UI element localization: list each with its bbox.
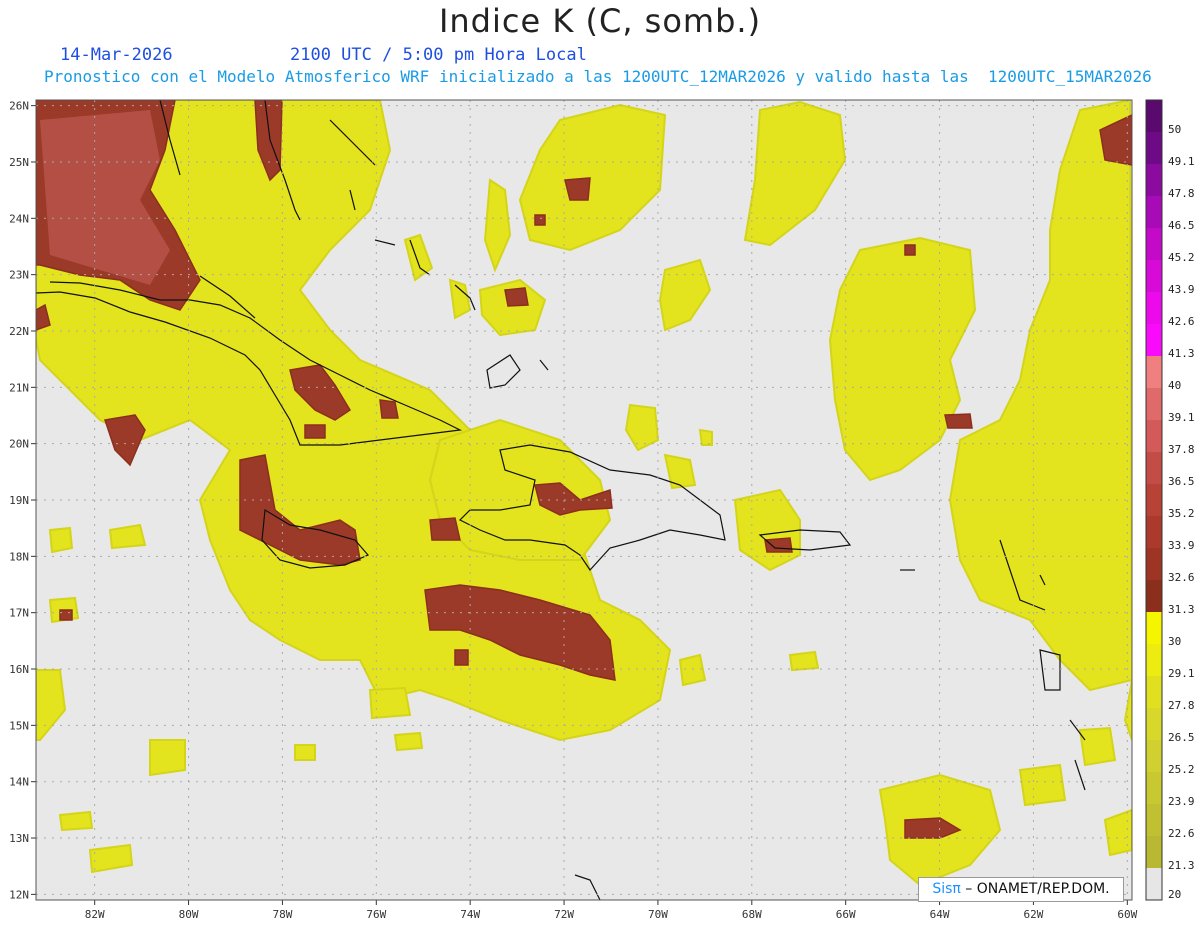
colorbar-label: 47.8 — [1168, 187, 1195, 200]
colorbar: 50 49.1 47.8 46.5 45.2 43.9 42.6 41.3 40 39.1 37.8… — [1145, 99, 1195, 901]
lat-tick-label: 17N — [9, 607, 29, 620]
colorbar-swatch — [1146, 804, 1162, 837]
colorbar-swatch — [1146, 228, 1162, 261]
lon-tick-label: 64W — [930, 908, 950, 921]
lat-tick-label: 19N — [9, 494, 29, 507]
colorbar-swatch — [1146, 132, 1162, 165]
lat-tick-label: 24N — [9, 212, 29, 225]
colorbar-swatch — [1146, 292, 1162, 325]
colorbar-swatch — [1146, 324, 1162, 357]
colorbar-label: 21.3 — [1168, 859, 1195, 872]
sis-logo-text: Sisπ — [932, 881, 961, 897]
colorbar-label: 23.9 — [1168, 795, 1195, 808]
colorbar-label: 33.9 — [1168, 539, 1195, 552]
colorbar-label: 40 — [1168, 379, 1181, 392]
lon-tick-label: 70W — [648, 908, 668, 921]
colorbar-label: 32.6 — [1168, 571, 1195, 584]
colorbar-swatch — [1146, 868, 1162, 901]
colorbar-label: 46.5 — [1168, 219, 1195, 232]
lat-tick-label: 22N — [9, 325, 29, 338]
colorbar-swatch — [1146, 676, 1162, 709]
colorbar-label: 27.8 — [1168, 699, 1195, 712]
colorbar-label: 42.6 — [1168, 315, 1195, 328]
colorbar-swatch — [1146, 644, 1162, 677]
colorbar-swatch — [1146, 548, 1162, 581]
colorbar-label: 25.2 — [1168, 763, 1195, 776]
lat-tick-label: 16N — [9, 663, 29, 676]
lon-tick-label: 74W — [460, 908, 480, 921]
colorbar-swatch — [1146, 484, 1162, 517]
lon-tick-label: 82W — [85, 908, 105, 921]
colorbar-label: 41.3 — [1168, 347, 1195, 360]
colorbar-label: 22.6 — [1168, 827, 1195, 840]
lat-tick-label: 15N — [9, 719, 29, 732]
colorbar-swatch — [1146, 420, 1162, 453]
colorbar-label: 39.1 — [1168, 411, 1195, 424]
colorbar-label: 49.1 — [1168, 155, 1195, 168]
colorbar-swatch — [1146, 708, 1162, 741]
colorbar-swatch — [1146, 260, 1162, 293]
lon-tick-label: 72W — [554, 908, 574, 921]
lon-tick-label: 66W — [836, 908, 856, 921]
colorbar-swatch — [1146, 356, 1162, 389]
colorbar-swatch — [1146, 196, 1162, 229]
lat-tick-label: 12N — [9, 888, 29, 901]
colorbar-swatch — [1146, 388, 1162, 421]
colorbar-label: 20 — [1168, 888, 1181, 901]
credit-box: Sisπ – ONAMET/REP.DOM. — [918, 877, 1124, 902]
lon-tick-label: 78W — [272, 908, 292, 921]
lat-tick-label: 21N — [9, 381, 29, 394]
colorbar-swatch — [1146, 580, 1162, 613]
lat-tick-label: 14N — [9, 776, 29, 789]
lat-tick-label: 13N — [9, 832, 29, 845]
colorbar-swatch — [1146, 772, 1162, 805]
lon-tick-label: 62W — [1023, 908, 1043, 921]
colorbar-swatch — [1146, 612, 1162, 645]
lat-tick-label: 23N — [9, 269, 29, 282]
lat-tick-label: 26N — [9, 100, 29, 113]
colorbar-swatch — [1146, 100, 1162, 133]
credit-text: – ONAMET/REP.DOM. — [960, 881, 1110, 897]
colorbar-label: 30 — [1168, 635, 1181, 648]
colorbar-swatch — [1146, 516, 1162, 549]
colorbar-label: 26.5 — [1168, 731, 1195, 744]
lat-tick-label: 25N — [9, 156, 29, 169]
colorbar-label: 29.1 — [1168, 667, 1195, 680]
lon-tick-label: 80W — [179, 908, 199, 921]
lon-tick-label: 60W — [1117, 908, 1137, 921]
colorbar-label: 35.2 — [1168, 507, 1195, 520]
colorbar-swatch — [1146, 164, 1162, 197]
colorbar-label: 50 — [1168, 123, 1181, 136]
colorbar-label: 43.9 — [1168, 283, 1195, 296]
forecast-map: 26N 25N 24N 23N 22N 21N 20N 19N 18N 17N 16N 15N 14N 1… — [9, 99, 1195, 921]
colorbar-swatch — [1146, 452, 1162, 485]
lon-tick-label: 68W — [742, 908, 762, 921]
colorbar-label: 37.8 — [1168, 443, 1195, 456]
lat-tick-label: 18N — [9, 550, 29, 563]
colorbar-label: 36.5 — [1168, 475, 1195, 488]
lat-tick-label: 20N — [9, 438, 29, 451]
colorbar-swatch — [1146, 740, 1162, 773]
lon-tick-label: 76W — [366, 908, 386, 921]
colorbar-label: 45.2 — [1168, 251, 1195, 264]
colorbar-label: 31.3 — [1168, 603, 1195, 616]
colorbar-swatch — [1146, 836, 1162, 869]
